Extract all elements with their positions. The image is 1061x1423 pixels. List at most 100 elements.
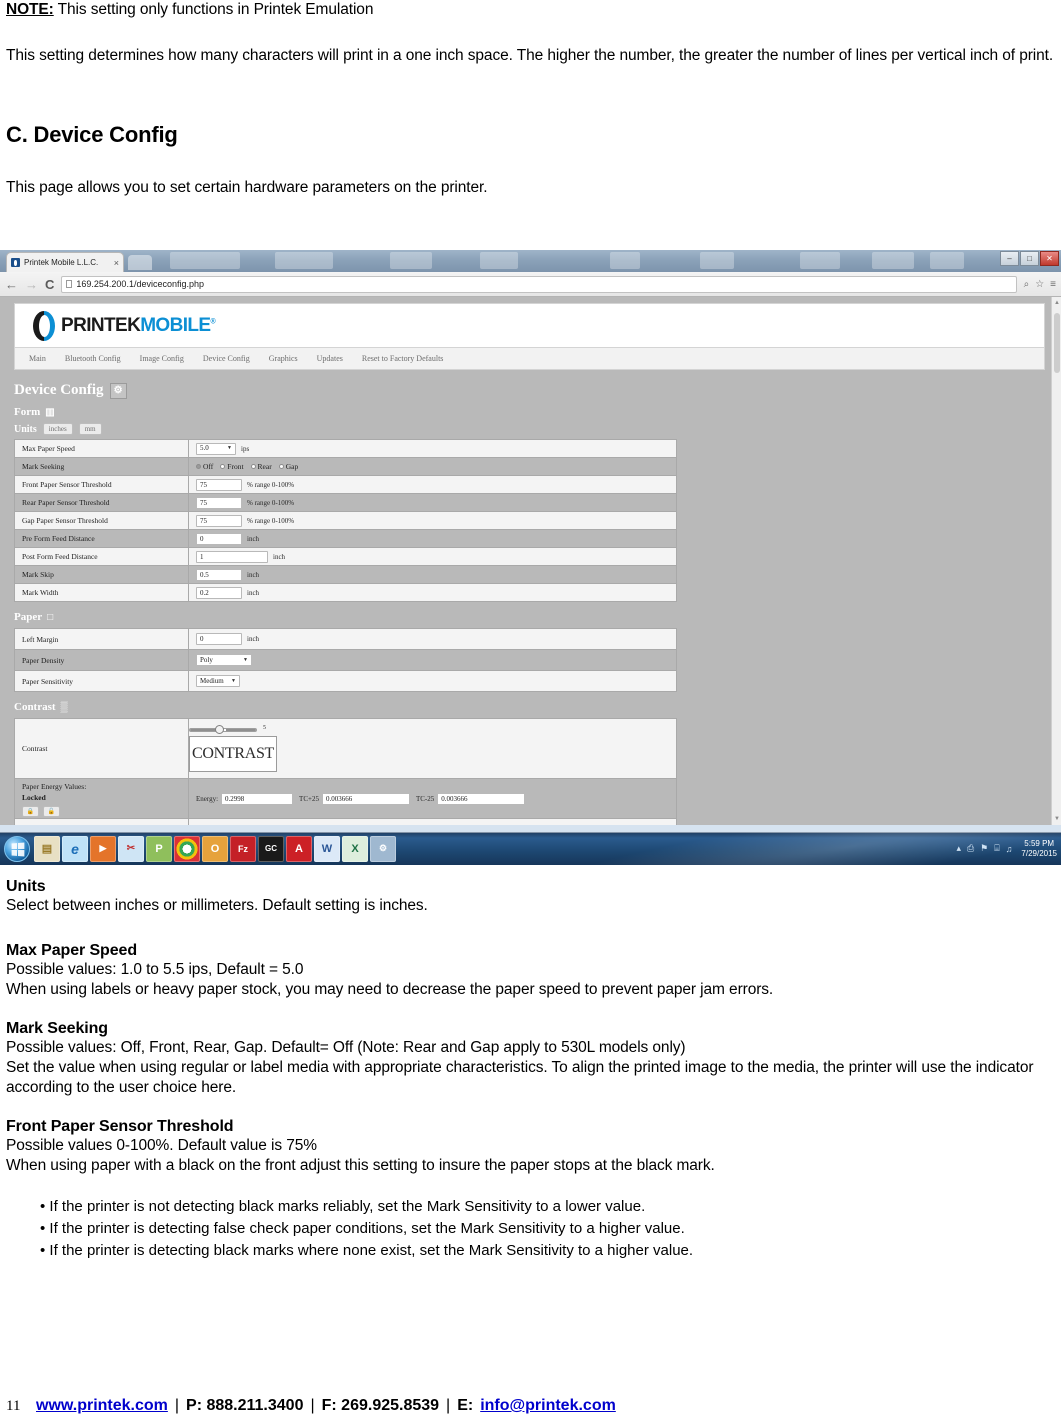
browser-tab[interactable]: Printek Mobile L.L.C. ×	[6, 252, 124, 272]
form-heading-label: Form	[14, 406, 41, 418]
contrast-preview: CONTRAST	[189, 736, 277, 772]
taskbar-clock[interactable]: 5:59 PM 7/29/2015	[1018, 839, 1057, 859]
show-hidden-icons-icon[interactable]: ▴	[956, 843, 961, 854]
taskbar-item-filezilla[interactable]: Fz	[230, 835, 256, 862]
left-margin-input[interactable]: 0	[196, 633, 242, 645]
tc-minus-input[interactable]: 0.003666	[437, 792, 526, 805]
rear-paper-sensor-threshold-input[interactable]: 75	[196, 496, 242, 509]
new-tab-button[interactable]	[128, 255, 152, 270]
nav-item-main[interactable]: Main	[29, 354, 46, 363]
row-unit: ips	[241, 444, 250, 453]
taskbar-item-outlook[interactable]: O	[202, 835, 228, 862]
taskbar-item-snipping-tool[interactable]: ✂	[118, 835, 144, 862]
row-unit: inch	[273, 552, 286, 561]
paper-sensitivity-select[interactable]: Medium ▼	[196, 675, 240, 687]
contrast-slider[interactable]: 5	[189, 725, 266, 734]
forward-icon[interactable]: →	[25, 278, 38, 291]
zoom-icon[interactable]: ⌕	[1024, 279, 1030, 290]
taskbar-item-network-settings[interactable]: ⚙	[370, 835, 396, 862]
taskbar-item-acrobat-reader[interactable]: A	[286, 835, 312, 862]
nav-item-updates[interactable]: Updates	[317, 354, 343, 363]
radio-rear[interactable]: Rear	[250, 462, 272, 471]
reload-icon[interactable]: C	[45, 278, 54, 291]
table-row: Mark Seeking Off Front Rear Gap	[14, 457, 677, 476]
subsection-text: Possible values 0-100%. Default value is…	[6, 1137, 317, 1154]
unlock-icon[interactable]: 🔓	[43, 805, 60, 817]
subsection-heading-units: Units	[6, 878, 46, 895]
nav-item-reset-factory-defaults[interactable]: Reset to Factory Defaults	[362, 354, 444, 363]
max-paper-speed-select[interactable]: 5.0 ▼	[196, 442, 236, 455]
post-form-feed-distance-input[interactable]: 1	[196, 550, 268, 563]
volume-icon[interactable]: ♫	[1006, 844, 1013, 854]
radio-off[interactable]: Off	[196, 462, 213, 471]
front-paper-sensor-threshold-input[interactable]: 75	[196, 478, 242, 491]
scroll-down-icon[interactable]: ▼	[1054, 816, 1060, 822]
gap-paper-sensor-threshold-input[interactable]: 75	[196, 514, 242, 527]
nav-item-device-config[interactable]: Device Config	[203, 354, 250, 363]
lock-icon[interactable]: 🔒	[22, 805, 39, 817]
footer-separator: |	[446, 1397, 451, 1414]
energy-input[interactable]: 0.2998	[221, 792, 294, 805]
energy-values-label-cell: Paper Energy Values: Locked 🔒 🔓	[14, 778, 189, 819]
paper-density-select[interactable]: Poly ▼	[196, 654, 252, 666]
row-label: Max Paper Speed	[14, 439, 189, 458]
favicon-icon	[11, 258, 20, 267]
page-scrollbar[interactable]: ▲ ▼	[1051, 297, 1061, 825]
action-center-icon[interactable]: ⚑	[980, 843, 988, 854]
subsection-text: Possible values: Off, Front, Rear, Gap. …	[6, 1039, 686, 1056]
taskbar-item-powerpoint[interactable]: P	[146, 835, 172, 862]
gear-icon[interactable]: ⚙	[109, 382, 127, 399]
scrollbar-thumb[interactable]	[1054, 313, 1060, 373]
close-icon[interactable]: ×	[114, 258, 119, 268]
taskbar-item-excel[interactable]: X	[342, 835, 368, 862]
nav-item-image-config[interactable]: Image Config	[140, 354, 184, 363]
printer-icon[interactable]: ⎙	[967, 843, 974, 854]
energy-label-group: Paper Energy Values: Locked	[22, 782, 188, 803]
menu-icon[interactable]: ≡	[1050, 279, 1056, 290]
units-mm-button[interactable]: mm	[78, 423, 102, 435]
units-inches-button[interactable]: inches	[42, 423, 73, 435]
row-value: 0.2 inch	[188, 583, 677, 602]
maximize-button[interactable]: □	[1020, 251, 1039, 266]
mark-width-input[interactable]: 0.2	[196, 586, 242, 599]
logo-trademark: ®	[210, 318, 216, 326]
radio-icon	[196, 464, 201, 469]
mark-skip-input[interactable]: 0.5	[196, 568, 242, 581]
clock-time: 5:59 PM	[1024, 838, 1055, 848]
taskbar-item-chrome[interactable]: ●	[174, 835, 200, 862]
list-item: If the printer is detecting false check …	[40, 1218, 1055, 1240]
taskbar-item-media-player[interactable]: ▶	[90, 835, 116, 862]
website-link[interactable]: www.printek.com	[36, 1397, 168, 1415]
lock-buttons: 🔒 🔓	[22, 805, 188, 817]
pre-form-feed-distance-input[interactable]: 0	[196, 532, 242, 545]
site-navigation: Main Bluetooth Config Image Config Devic…	[14, 348, 1045, 370]
slider-handle[interactable]	[215, 725, 224, 734]
taskbar-item-internet-explorer[interactable]: e	[62, 835, 88, 862]
site-header: PRINTEKMOBILE®	[14, 303, 1045, 348]
radio-label: Front	[227, 462, 244, 471]
taskbar-item-word[interactable]: W	[314, 835, 340, 862]
minimize-button[interactable]: –	[1000, 251, 1019, 266]
email-label: E:	[457, 1397, 474, 1414]
nav-item-graphics[interactable]: Graphics	[269, 354, 298, 363]
address-bar[interactable]: 169.254.200.1/deviceconfig.php	[61, 275, 1017, 293]
paper-section-icon: □	[47, 611, 54, 623]
taskbar-item-gc-app[interactable]: GC	[258, 835, 284, 862]
back-icon[interactable]: ←	[5, 278, 18, 291]
email-link[interactable]: info@printek.com	[480, 1397, 616, 1415]
scroll-up-icon[interactable]: ▲	[1054, 300, 1060, 306]
contrast-heading-label: Contrast	[14, 701, 56, 713]
window-close-button[interactable]: ✕	[1040, 251, 1059, 266]
tc-plus-input[interactable]: 0.003666	[321, 792, 410, 805]
taskbar-item-explorer[interactable]: ▤	[34, 835, 60, 862]
bookmark-star-icon[interactable]: ☆	[1035, 279, 1044, 290]
nav-item-bluetooth-config[interactable]: Bluetooth Config	[65, 354, 121, 363]
list-item: If the printer is detecting black marks …	[40, 1240, 1055, 1262]
row-label: Paper Density	[14, 649, 189, 671]
radio-gap[interactable]: Gap	[278, 462, 298, 471]
network-icon[interactable]: ⌸	[994, 843, 999, 854]
subsection-heading-max-paper-speed: Max Paper Speed	[6, 942, 138, 959]
start-button[interactable]	[4, 835, 30, 862]
radio-front[interactable]: Front	[220, 462, 244, 471]
